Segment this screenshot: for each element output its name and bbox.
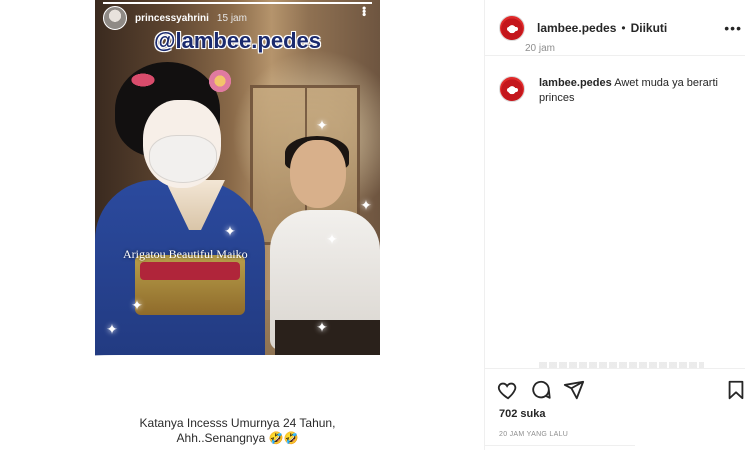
caption-comment: lambee.pedes Awet muda ya berarti prince…	[499, 76, 739, 106]
action-bar: 702 suka 20 JAM YANG LALU	[485, 368, 745, 450]
heart-icon[interactable]	[497, 379, 519, 401]
post-sidebar: lambee.pedes • Diikuti ••• lambee.pedes …	[484, 0, 745, 450]
post-media[interactable]: ✦ ✦ ✦ ✦ ✦ ✦ ✦ princessyahrini 15 jam •••…	[0, 0, 484, 450]
sparkle-icon: ✦	[106, 321, 118, 337]
post-username[interactable]: lambee.pedes	[537, 21, 616, 35]
sparkle-icon: ✦	[360, 197, 372, 213]
avatar[interactable]	[499, 14, 525, 41]
instagram-post-view: ✦ ✦ ✦ ✦ ✦ ✦ ✦ princessyahrini 15 jam •••…	[0, 0, 745, 450]
hair-ornament	[207, 68, 233, 94]
comment-time: 20 jam	[525, 43, 556, 54]
bookmark-icon[interactable]	[725, 379, 745, 401]
share-icon[interactable]	[563, 379, 585, 401]
caption-line: Ahh..Senangnya 🤣🤣	[176, 431, 299, 445]
story-time: 15 jam	[216, 12, 247, 24]
hair-ornament	[125, 70, 161, 90]
handle-watermark: @lambee.pedes	[154, 28, 321, 53]
story-overlay-text: Arigatou Beautiful Maiko	[123, 247, 248, 261]
story-username: princessyahrini	[135, 12, 209, 24]
comment-username[interactable]: lambee.pedes	[539, 77, 612, 89]
more-options-icon[interactable]: •••	[724, 20, 742, 36]
like-count[interactable]: 702 suka	[499, 408, 545, 420]
caption-line: Katanya Incesss Umurnya 24 Tahun,	[139, 416, 336, 430]
story-screenshot: ✦ ✦ ✦ ✦ ✦ ✦ ✦ princessyahrini 15 jam •••…	[95, 0, 380, 450]
comment-icon[interactable]	[530, 379, 552, 401]
follow-status-button[interactable]: Diikuti	[631, 21, 668, 35]
separator-dot: •	[621, 20, 626, 35]
post-timestamp[interactable]: 20 JAM YANG LALU	[499, 431, 568, 438]
man-head	[290, 140, 346, 208]
sparkle-icon: ✦	[131, 297, 143, 313]
post-header: lambee.pedes • Diikuti •••	[485, 0, 745, 56]
sparkle-icon: ✦	[326, 231, 338, 247]
avatar	[103, 6, 127, 30]
sparkle-icon: ✦	[224, 223, 236, 239]
more-icon: •••	[357, 6, 371, 16]
story-header: princessyahrini 15 jam	[103, 6, 247, 30]
avatar[interactable]	[499, 76, 525, 102]
sparkle-icon: ✦	[316, 117, 328, 133]
face-mask	[149, 135, 217, 183]
story-progress-bar	[103, 2, 372, 4]
story-caption: Katanya Incesss Umurnya 24 Tahun, Ahh..S…	[95, 416, 380, 446]
sparkle-icon: ✦	[316, 319, 328, 335]
